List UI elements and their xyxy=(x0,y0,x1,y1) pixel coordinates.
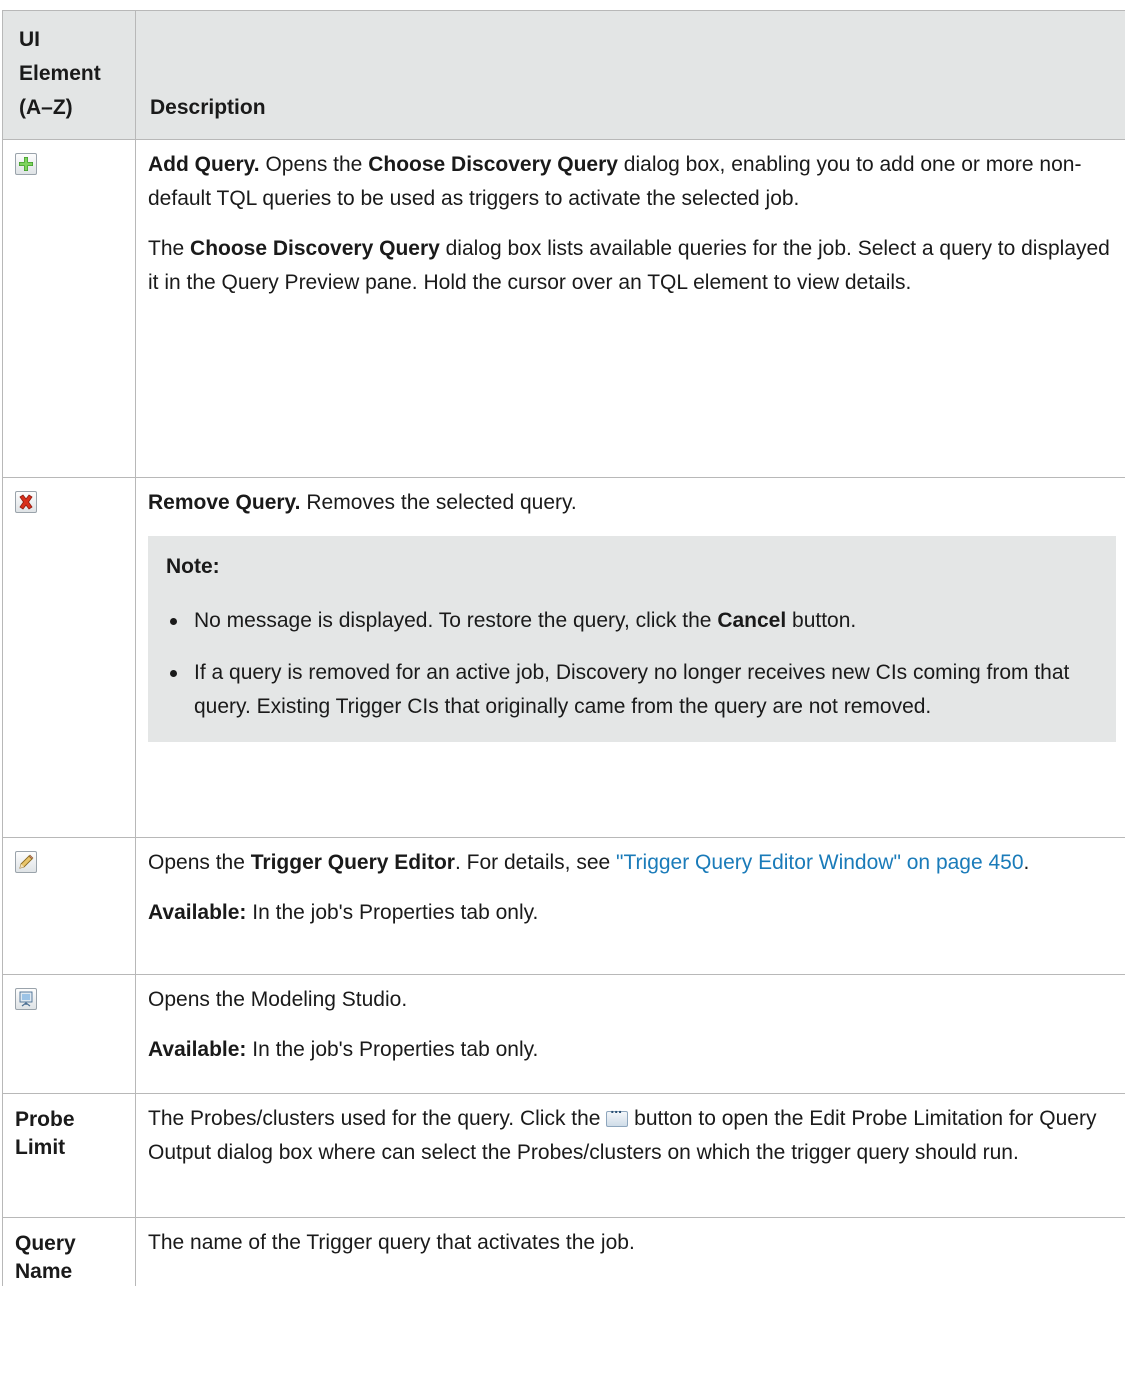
element-name-line: Name xyxy=(15,1260,73,1283)
table-row: Opens the Modeling Studio. Available: In… xyxy=(2,974,1125,1094)
term-cancel: Cancel xyxy=(717,609,787,632)
ui-element-cell xyxy=(2,974,136,1094)
description-paragraph: Add Query. Opens the Choose Discovery Qu… xyxy=(148,148,1116,216)
add-icon xyxy=(15,153,37,175)
table-row: Add Query. Opens the Choose Discovery Qu… xyxy=(2,139,1125,478)
header-ui-element-line: UI xyxy=(19,28,40,51)
note-title: Note: xyxy=(166,555,220,578)
description-paragraph: The name of the Trigger query that activ… xyxy=(148,1231,635,1254)
description-cell: Add Query. Opens the Choose Discovery Qu… xyxy=(135,139,1125,478)
description-paragraph: Available: In the job's Properties tab o… xyxy=(148,1033,1116,1067)
element-name-line: Query xyxy=(15,1232,76,1255)
text-run: In the job's Properties tab only. xyxy=(246,1038,539,1061)
ui-element-cell xyxy=(2,477,136,838)
list-item: If a query is removed for an active job,… xyxy=(166,656,1098,724)
pencil-icon xyxy=(15,851,37,873)
modeling-studio-icon xyxy=(15,988,37,1010)
text-run: Opens the xyxy=(259,153,369,176)
ui-element-cell xyxy=(2,139,136,478)
element-name-query-name: Query Name xyxy=(15,1230,135,1286)
list-item: No message is displayed. To restore the … xyxy=(166,604,1098,638)
description-paragraph: Opens the Modeling Studio. xyxy=(148,988,408,1011)
description-paragraph: Available: In the job's Properties tab o… xyxy=(148,896,1116,930)
text-run: Removes the selected query. xyxy=(300,491,577,514)
element-name-line: Probe xyxy=(15,1108,75,1131)
remove-icon xyxy=(15,491,37,513)
element-name-line: Limit xyxy=(15,1136,66,1159)
term-trigger-query-editor: Trigger Query Editor xyxy=(250,851,455,874)
table-header-row: UI Element (A–Z) Description xyxy=(2,10,1125,140)
term-choose-discovery-query: Choose Discovery Query xyxy=(190,237,440,260)
browse-button-label: ... xyxy=(610,1100,622,1116)
browse-button[interactable]: ... xyxy=(606,1100,629,1127)
header-ui-element-line: (A–Z) xyxy=(19,96,73,119)
bullet-icon xyxy=(170,618,177,625)
text-run: Opens the xyxy=(148,851,251,874)
description-paragraph: Opens the Trigger Query Editor. For deta… xyxy=(148,846,1116,880)
description-cell: Opens the Modeling Studio. Available: In… xyxy=(135,974,1125,1094)
text-run: In the job's Properties tab only. xyxy=(246,901,539,924)
description-cell: The name of the Trigger query that activ… xyxy=(135,1217,1125,1286)
text-run: If a query is removed for an active job,… xyxy=(194,661,1070,718)
text-run: button. xyxy=(786,609,857,632)
term-choose-discovery-query: Choose Discovery Query xyxy=(368,153,618,176)
ui-element-cell: Query Name xyxy=(2,1217,136,1286)
text-run: No message is displayed. To restore the … xyxy=(194,609,718,632)
description-paragraph: The Choose Discovery Query dialog box li… xyxy=(148,232,1116,300)
table-row: Probe Limit The Probes/clusters used for… xyxy=(2,1093,1125,1218)
term-add-query: Add Query. xyxy=(148,153,260,176)
description-paragraph: Remove Query. Removes the selected query… xyxy=(148,486,1116,520)
header-ui-element: UI Element (A–Z) xyxy=(2,10,136,140)
description-cell: Remove Query. Removes the selected query… xyxy=(135,477,1125,838)
text-run: The Probes/clusters used for the query. … xyxy=(148,1107,607,1130)
header-ui-element-line: Element xyxy=(19,62,101,85)
ui-elements-table: UI Element (A–Z) Description Add Query. … xyxy=(2,10,1125,1286)
description-cell: The Probes/clusters used for the query. … xyxy=(135,1093,1125,1218)
term-available: Available: xyxy=(148,901,247,924)
ui-element-cell: Probe Limit xyxy=(2,1093,136,1218)
table-row: Remove Query. Removes the selected query… xyxy=(2,477,1125,838)
table-row: Opens the Trigger Query Editor. For deta… xyxy=(2,837,1125,975)
description-cell: Opens the Trigger Query Editor. For deta… xyxy=(135,837,1125,975)
ui-element-cell xyxy=(2,837,136,975)
bullet-icon xyxy=(170,670,177,677)
header-description: Description xyxy=(135,10,1125,140)
table-row: Query Name The name of the Trigger query… xyxy=(2,1217,1125,1286)
trigger-query-editor-link[interactable]: "Trigger Query Editor Window" on page 45… xyxy=(616,851,1024,874)
element-name-probe-limit: Probe Limit xyxy=(15,1106,135,1162)
term-available: Available: xyxy=(148,1038,247,1061)
text-run: . For details, see xyxy=(454,851,617,874)
text-run: . xyxy=(1023,851,1030,874)
note-box: Note: No message is displayed. To restor… xyxy=(148,536,1116,742)
description-paragraph: The Probes/clusters used for the query. … xyxy=(148,1100,1116,1170)
term-remove-query: Remove Query. xyxy=(148,491,301,514)
text-run: The xyxy=(148,237,191,260)
note-list: No message is displayed. To restore the … xyxy=(166,604,1098,724)
